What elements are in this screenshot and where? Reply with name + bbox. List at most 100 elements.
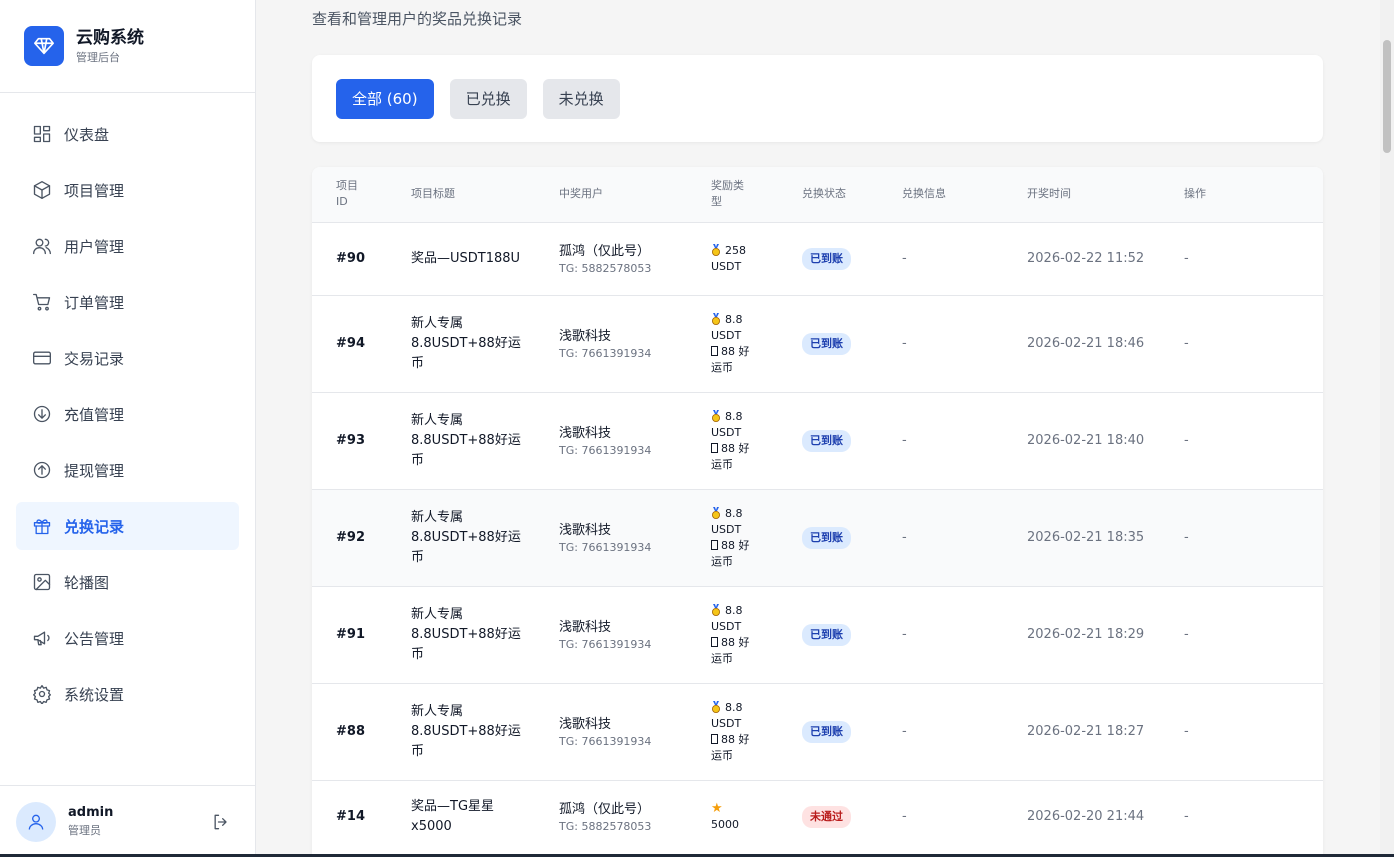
brand-title: 云购系统 xyxy=(76,28,144,48)
status-badge: 已到账 xyxy=(802,332,851,355)
sidebar-item-announcements[interactable]: 公告管理 xyxy=(16,614,239,662)
header-reward-type: 奖励类 型 xyxy=(711,179,744,209)
reward-amount-2: 88 好 xyxy=(721,344,750,358)
project-title: 新人专属8.8USDT+88好运币 xyxy=(411,412,521,468)
winner-name: 浅歌科技 xyxy=(559,716,612,732)
sidebar-item-settings[interactable]: 系统设置 xyxy=(16,670,239,718)
sidebar-item-redeem[interactable]: 兑换记录 xyxy=(16,502,239,550)
medal-icon xyxy=(712,603,720,616)
row-action[interactable]: - xyxy=(1184,530,1189,545)
star-icon: ★ xyxy=(711,800,723,816)
header-draw-time: 开奖时间 xyxy=(1027,187,1071,201)
row-action[interactable]: - xyxy=(1184,433,1189,448)
winner-name: 孤鸿（仅此号） xyxy=(559,801,651,817)
sidebar-item-withdraw[interactable]: 提现管理 xyxy=(16,446,239,494)
scrollbar[interactable] xyxy=(1380,0,1394,857)
user-role: 管理员 xyxy=(68,824,101,837)
sidebar-item-label: 充值管理 xyxy=(64,405,125,424)
reward-unit-2: 运币 xyxy=(711,651,733,665)
filter-bar: 全部 (60) 已兑换 未兑换 xyxy=(312,55,1323,142)
project-title: 新人专属8.8USDT+88好运币 xyxy=(411,509,521,565)
sidebar-item-carousel[interactable]: 轮播图 xyxy=(16,558,239,606)
image-icon xyxy=(33,573,51,591)
project-id: #93 xyxy=(336,432,365,448)
sidebar-item-label: 仪表盘 xyxy=(64,125,110,144)
reward-unit: USDT xyxy=(711,425,742,439)
project-id: #91 xyxy=(336,626,365,642)
reward-unit-2: 运币 xyxy=(711,360,733,374)
draw-time: 2026-02-22 11:52 xyxy=(1027,250,1145,266)
missing-glyph-icon xyxy=(711,636,718,647)
reward-amount: 8.8 xyxy=(725,409,743,423)
row-action[interactable]: - xyxy=(1184,627,1189,642)
sidebar-item-projects[interactable]: 项目管理 xyxy=(16,166,239,214)
draw-time: 2026-02-21 18:40 xyxy=(1027,432,1145,448)
filter-redeemed-button[interactable]: 已兑换 xyxy=(449,78,527,119)
reward-unit-2: 运币 xyxy=(711,554,733,568)
status-badge: 未通过 xyxy=(802,805,851,828)
sidebar-item-label: 订单管理 xyxy=(64,293,125,312)
draw-time: 2026-02-21 18:35 xyxy=(1027,529,1145,545)
header-info: 兑换信息 xyxy=(902,187,946,201)
arrow-up-circle-icon xyxy=(33,461,51,479)
redeem-info: - xyxy=(902,723,907,739)
dashboard-icon xyxy=(33,125,51,143)
row-action[interactable]: - xyxy=(1184,336,1189,351)
cube-icon xyxy=(33,181,51,199)
reward-amount: 8.8 xyxy=(725,312,743,326)
status-badge: 已到账 xyxy=(802,623,851,646)
winner-tg: TG: 7661391934 xyxy=(559,443,652,457)
logout-button[interactable] xyxy=(211,812,231,832)
reward-amount-2: 88 好 xyxy=(721,732,750,746)
project-id: #88 xyxy=(336,723,365,739)
winner-tg: TG: 7661391934 xyxy=(559,346,652,360)
project-title: 奖品—TG星星x5000 xyxy=(411,798,495,834)
filter-unredeemed-button[interactable]: 未兑换 xyxy=(542,78,620,119)
sidebar-item-label: 兑换记录 xyxy=(64,517,125,536)
winner-name: 浅歌科技 xyxy=(559,522,612,538)
missing-glyph-icon xyxy=(711,442,718,453)
reward-amount-2: 88 好 xyxy=(721,635,750,649)
main-content: 查看和管理用户的奖品兑换记录 全部 (60) 已兑换 未兑换 项目 ID 项目标… xyxy=(256,0,1380,857)
sidebar-item-users[interactable]: 用户管理 xyxy=(16,222,239,270)
row-action[interactable]: - xyxy=(1184,724,1189,739)
table-row: #14 奖品—TG星星x5000 孤鸿（仅此号） TG: 5882578053 ★ 500… xyxy=(312,779,1323,853)
scrollbar-thumb[interactable] xyxy=(1383,40,1391,153)
sidebar-item-label: 用户管理 xyxy=(64,237,125,256)
header-status: 兑换状态 xyxy=(802,187,846,201)
reward-unit: USDT xyxy=(711,328,742,342)
header-actions: 操作 xyxy=(1184,187,1206,201)
winner-tg: TG: 7661391934 xyxy=(559,637,652,651)
table-row: #88 新人专属8.8USDT+88好运币 浅歌科技 TG: 7661391934 8.… xyxy=(312,682,1323,780)
project-id: #94 xyxy=(336,335,365,351)
user-profile: admin 管理员 xyxy=(0,785,255,857)
reward-amount: 258 xyxy=(725,243,746,257)
header-project-title: 项目标题 xyxy=(411,187,455,201)
status-badge: 已到账 xyxy=(802,247,851,270)
reward-unit: USDT xyxy=(711,716,742,730)
winner-tg: TG: 5882578053 xyxy=(559,261,652,275)
table-header-row: 项目 ID 项目标题 中奖用户 奖励类 型 兑换状态 兑换信息 开奖时间 操作 xyxy=(312,167,1323,222)
sidebar: 云购系统 管理后台 仪表盘 项目管理 用户管理 订单管理 交易记录 充值管理 提… xyxy=(0,0,256,857)
table-row: #91 新人专属8.8USDT+88好运币 浅歌科技 TG: 7661391934 8.… xyxy=(312,585,1323,683)
gear-icon xyxy=(33,685,51,704)
redeem-info: - xyxy=(902,335,907,351)
missing-glyph-icon xyxy=(711,733,718,744)
table-row: #94 新人专属8.8USDT+88好运币 浅歌科技 TG: 7661391934 8.… xyxy=(312,294,1323,392)
status-badge: 已到账 xyxy=(802,429,851,452)
winner-tg: TG: 7661391934 xyxy=(559,734,652,748)
sidebar-item-orders[interactable]: 订单管理 xyxy=(16,278,239,326)
header-project-id: 项目 ID xyxy=(336,179,358,209)
reward-amount: 8.8 xyxy=(725,603,743,617)
sidebar-item-dashboard[interactable]: 仪表盘 xyxy=(16,110,239,158)
sidebar-item-recharge[interactable]: 充值管理 xyxy=(16,390,239,438)
redeem-info: - xyxy=(902,432,907,448)
project-id: #90 xyxy=(336,250,365,266)
reward-unit-2: 运币 xyxy=(711,748,733,762)
row-action[interactable]: - xyxy=(1184,251,1189,266)
filter-all-button[interactable]: 全部 (60) xyxy=(336,78,434,119)
header-winner: 中奖用户 xyxy=(559,187,603,201)
sidebar-item-transactions[interactable]: 交易记录 xyxy=(16,334,239,382)
row-action[interactable]: - xyxy=(1184,809,1189,824)
status-badge: 已到账 xyxy=(802,720,851,743)
